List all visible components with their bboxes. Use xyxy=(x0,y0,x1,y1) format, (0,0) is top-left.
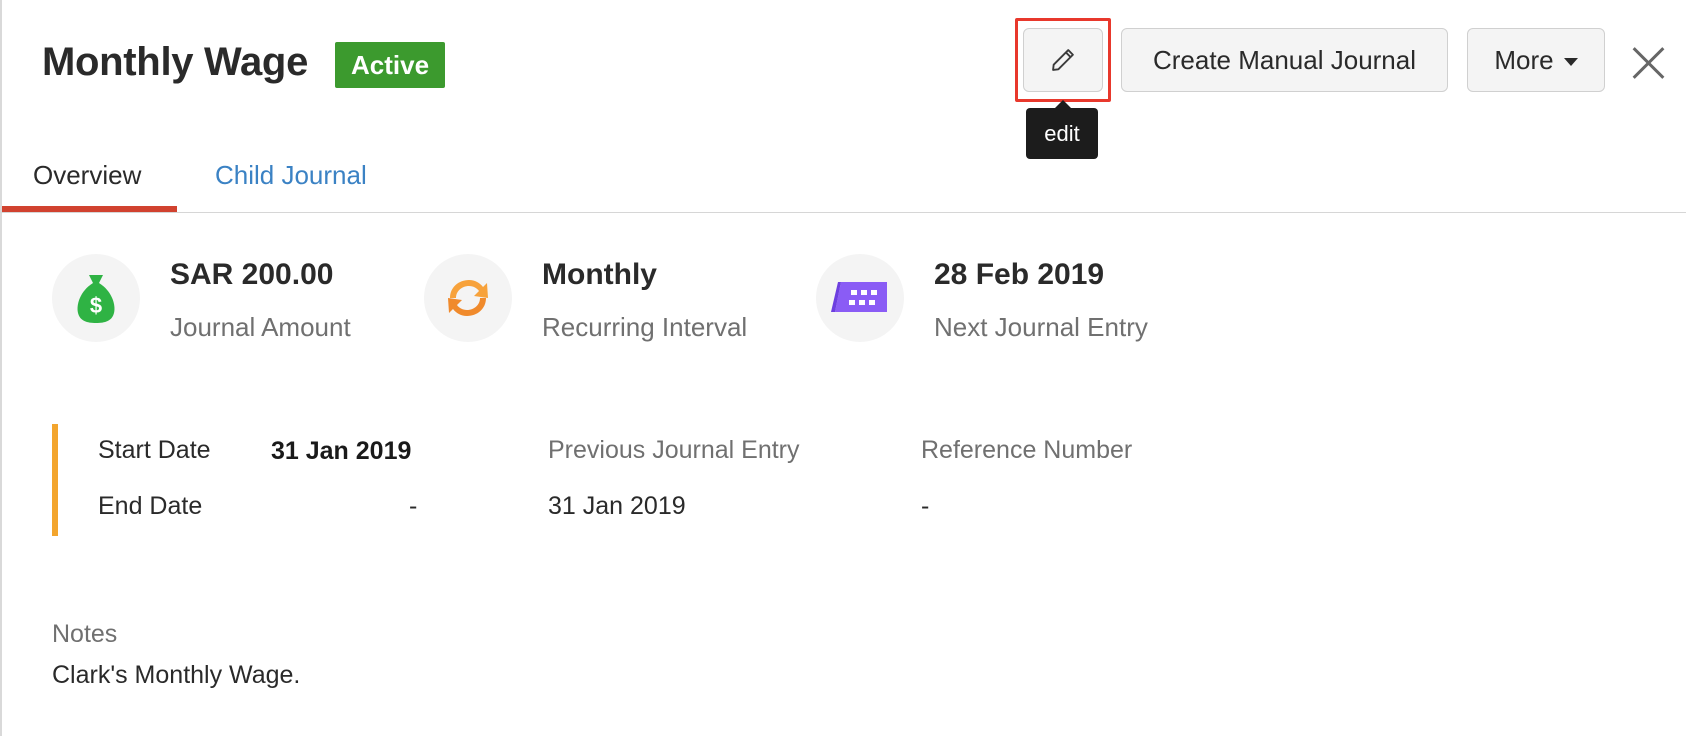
edit-tooltip: edit xyxy=(1026,100,1098,159)
end-date-value: - xyxy=(409,492,418,520)
next-entry-icon-circle xyxy=(816,254,904,342)
next-journal-entry-value: 28 Feb 2019 xyxy=(934,258,1105,291)
previous-journal-entry-label: Previous Journal Entry xyxy=(548,436,800,464)
journal-amount-label: Journal Amount xyxy=(170,312,351,342)
next-journal-entry-label: Next Journal Entry xyxy=(934,312,1148,342)
previous-journal-entry-value: 31 Jan 2019 xyxy=(548,492,686,520)
svg-text:$: $ xyxy=(90,293,102,318)
notes-label: Notes xyxy=(52,620,118,648)
more-button[interactable]: More xyxy=(1467,28,1605,92)
tab-divider xyxy=(0,212,1686,213)
edit-button[interactable] xyxy=(1023,28,1103,92)
reference-number-value: - xyxy=(921,492,930,520)
details-accent-bar xyxy=(52,424,58,536)
close-icon[interactable] xyxy=(1631,46,1665,80)
calendar-icon xyxy=(831,282,887,312)
money-bag-icon: $ xyxy=(77,275,115,323)
start-date-label: Start Date xyxy=(98,436,211,464)
reference-number-label: Reference Number xyxy=(921,436,1133,464)
tab-overview[interactable]: Overview xyxy=(33,160,141,191)
caret-down-icon xyxy=(1563,57,1578,66)
more-button-label: More xyxy=(1494,44,1554,75)
pencil-icon xyxy=(1052,49,1074,71)
start-date-value: 31 Jan 2019 xyxy=(271,437,412,465)
panel-left-border xyxy=(0,0,2,736)
create-manual-journal-button[interactable]: Create Manual Journal xyxy=(1121,28,1448,92)
journal-amount-value: SAR 200.00 xyxy=(170,258,334,291)
recurring-interval-label: Recurring Interval xyxy=(542,312,748,342)
notes-text: Clark's Monthly Wage. xyxy=(52,661,301,689)
end-date-label: End Date xyxy=(98,492,203,520)
recurring-interval-icon-circle xyxy=(424,254,512,342)
recurring-interval-value: Monthly xyxy=(542,258,657,291)
journal-amount-icon-circle: $ xyxy=(52,254,140,342)
page-title: Monthly Wage xyxy=(42,40,309,84)
refresh-cycle-icon xyxy=(448,280,488,316)
tab-child-journal[interactable]: Child Journal xyxy=(215,160,367,191)
status-badge: Active xyxy=(335,42,446,88)
